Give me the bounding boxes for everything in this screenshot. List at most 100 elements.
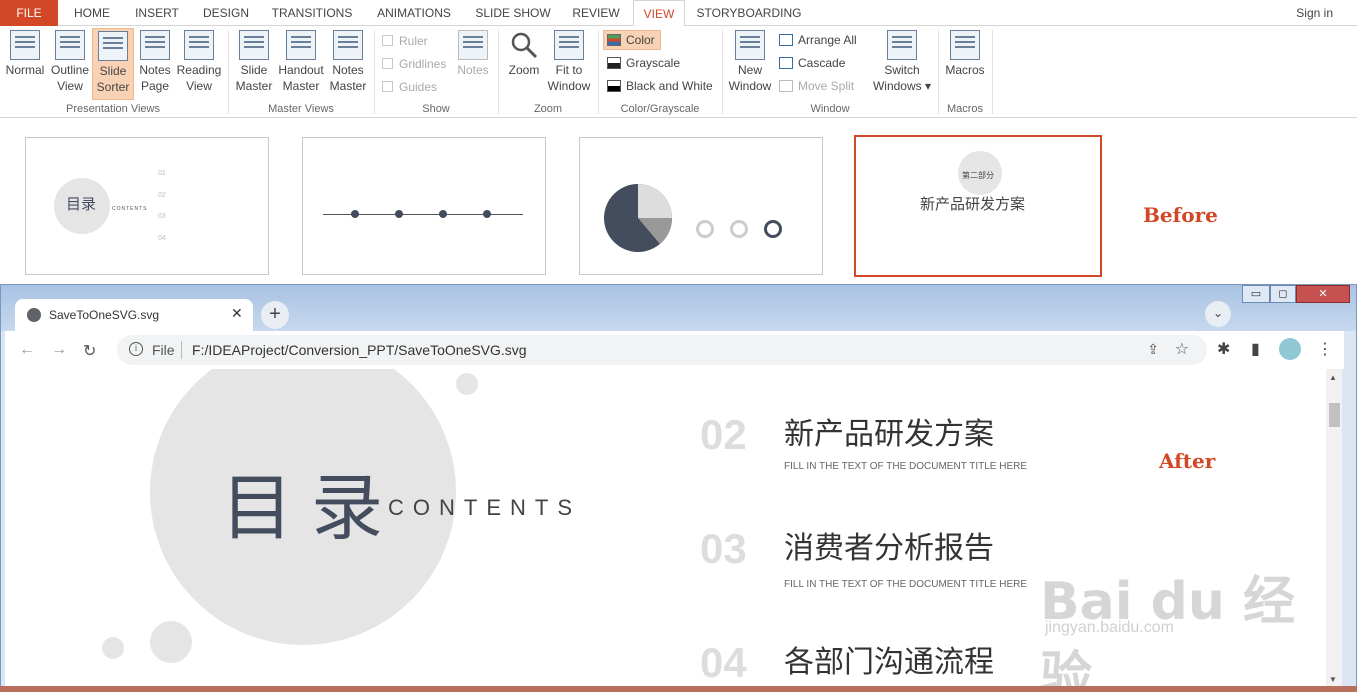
macros-button[interactable]: Macros [942,30,988,98]
reload-icon[interactable]: ↻ [83,341,96,361]
group-label-color-grayscale: Color/Grayscale [620,103,700,115]
tab-review[interactable]: REVIEW [566,0,626,26]
slide-thumbnail-4-selected[interactable]: 第二部分 新产品研发方案 [854,135,1102,277]
scrollbar-thumb[interactable] [1329,403,1340,427]
zoom-button[interactable]: Zoom [504,30,544,98]
tab-slide-show[interactable]: SLIDE SHOW [470,0,556,26]
checkbox-icon [382,81,393,92]
notes-button[interactable]: Notes [454,30,492,98]
item-number: 04 [700,639,747,686]
fit-to-window-button[interactable]: Fit to Window [546,30,592,98]
group-label-window: Window [810,103,850,115]
info-icon[interactable]: i [129,342,143,356]
back-icon[interactable]: ← [19,341,35,359]
new-tab-button[interactable]: + [261,301,289,329]
move-split-icon [779,80,793,92]
group-label-macros: Macros [946,103,984,115]
address-bar[interactable]: i File F:/IDEAProject/Conversion_PPT/Sav… [117,335,1207,365]
normal-view-button[interactable]: Normal [4,30,46,98]
outline-view-button[interactable]: Outline View [48,30,92,98]
item-subtitle: FILL IN THE TEXT OF THE DOCUMENT TITLE H… [784,461,1028,472]
sign-in-link[interactable]: Sign in [1296,6,1333,20]
slide-master-button[interactable]: Slide Master [234,30,274,98]
tab-search-button[interactable]: ⌄ [1205,301,1231,327]
tab-file[interactable]: FILE [0,0,58,26]
browser-title-bar: SaveToOneSVG.svg ✕ + ⌄ ▭ ◻ ✕ [1,285,1356,331]
scroll-down-icon[interactable]: ▼ [1329,675,1337,684]
thumb-item-num: 03 [158,213,166,220]
timeline-dot [395,210,403,218]
forward-icon[interactable]: → [51,341,67,359]
tab-insert[interactable]: INSERT [128,0,186,26]
timeline-dot [483,210,491,218]
fit-window-icon [554,30,584,60]
close-tab-icon[interactable]: ✕ [231,305,243,322]
ribbon-separator [938,30,939,114]
group-label-presentation-views: Presentation Views [66,103,160,115]
group-label-show: Show [422,103,450,115]
switch-windows-button[interactable]: Switch Windows ▾ [870,30,934,98]
ring-icon [696,220,714,238]
tab-home[interactable]: HOME [64,0,120,26]
checkbox-icon [382,35,393,46]
ribbon: Normal Outline View Slide Sorter Notes Page… [0,26,1357,118]
ribbon-separator [598,30,599,114]
small-dot [456,373,478,395]
tab-design[interactable]: DESIGN [196,0,256,26]
browser-tab-title: SaveToOneSVG.svg [49,308,160,322]
globe-icon [27,308,41,322]
baidu-watermark-url: jingyan.baidu.com [1045,619,1174,636]
handout-master-button[interactable]: Handout Master [276,30,326,98]
tab-animations[interactable]: ANIMATIONS [368,0,460,26]
grayscale-icon [607,57,621,69]
after-label: After [1159,449,1216,473]
vertical-scrollbar[interactable]: ▲ ▼ [1326,369,1342,689]
new-window-button[interactable]: New Window [726,30,774,98]
browser-tab[interactable]: SaveToOneSVG.svg ✕ [15,299,253,331]
url-text[interactable]: F:/IDEAProject/Conversion_PPT/SaveToOneS… [192,342,527,358]
bookmark-star-icon[interactable]: ☆ [1175,339,1189,359]
profile-avatar[interactable] [1279,338,1301,360]
maximize-button[interactable]: ◻ [1270,285,1296,303]
item-number: 02 [700,411,747,458]
share-icon[interactable]: ⇪ [1147,341,1159,358]
switch-windows-icon [887,30,917,60]
extensions-icon[interactable]: ✱ [1217,339,1230,359]
arrange-all-button[interactable]: Arrange All [779,33,857,47]
notes-master-button[interactable]: Notes Master [328,30,368,98]
slide-thumbnail-3[interactable] [579,137,823,275]
macros-icon [950,30,980,60]
group-label-zoom: Zoom [533,103,563,115]
guides-checkbox[interactable]: Guides [382,80,437,94]
slide-sorter-button[interactable]: Slide Sorter [92,28,134,100]
black-and-white-button[interactable]: Black and White [607,79,713,93]
side-panel-icon[interactable]: ▮ [1251,339,1260,359]
slide-thumbnail-2[interactable] [302,137,546,275]
thumb-item-num: 02 [158,192,166,199]
cascade-button[interactable]: Cascade [779,56,845,70]
reading-view-button[interactable]: Reading View [176,30,222,98]
thumb-title: 新产品研发方案 [920,195,1026,213]
gridlines-checkbox[interactable]: Gridlines [382,57,446,71]
item-subtitle: FILL IN THE TEXT OF THE DOCUMENT TITLE H… [784,579,1028,590]
thumb-item-num: 01 [158,170,166,177]
scroll-up-icon[interactable]: ▲ [1329,373,1337,382]
ribbon-separator [722,30,723,114]
color-button[interactable]: Color [603,30,661,50]
close-window-button[interactable]: ✕ [1296,285,1350,303]
notes-page-button[interactable]: Notes Page [136,30,174,98]
tab-view[interactable]: VIEW [633,0,685,27]
move-split-button[interactable]: Move Split [779,79,854,93]
slide-sorter-icon [98,31,128,61]
tab-transitions[interactable]: TRANSITIONS [266,0,358,26]
timeline-dot [439,210,447,218]
tab-storyboarding[interactable]: STORYBOARDING [694,0,804,26]
ruler-checkbox[interactable]: Ruler [382,34,428,48]
slide-thumbnail-1[interactable]: 目录 CONTENTS 01 02 03 04 [25,137,269,275]
grayscale-button[interactable]: Grayscale [607,56,680,70]
menu-icon[interactable]: ⋮ [1317,339,1333,359]
svg-page-content: 目录 CONTENTS 02 新产品研发方案 FILL IN THE TEXT … [5,369,1326,689]
item-title: 各部门沟通流程 [784,645,994,680]
small-dot [150,621,192,663]
minimize-button[interactable]: ▭ [1242,285,1270,303]
